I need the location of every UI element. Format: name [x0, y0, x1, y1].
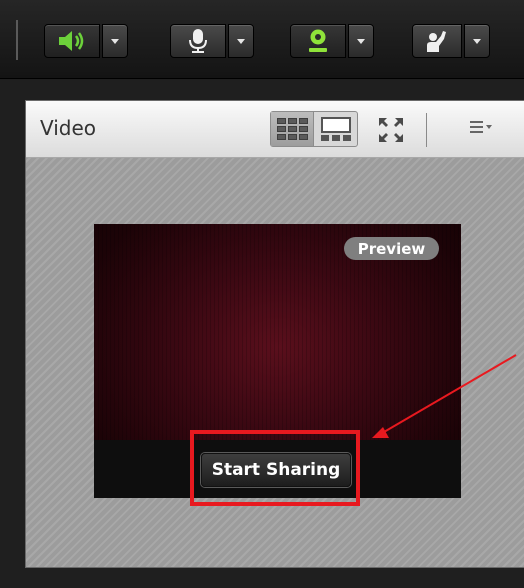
annotation-arrow — [372, 354, 517, 438]
